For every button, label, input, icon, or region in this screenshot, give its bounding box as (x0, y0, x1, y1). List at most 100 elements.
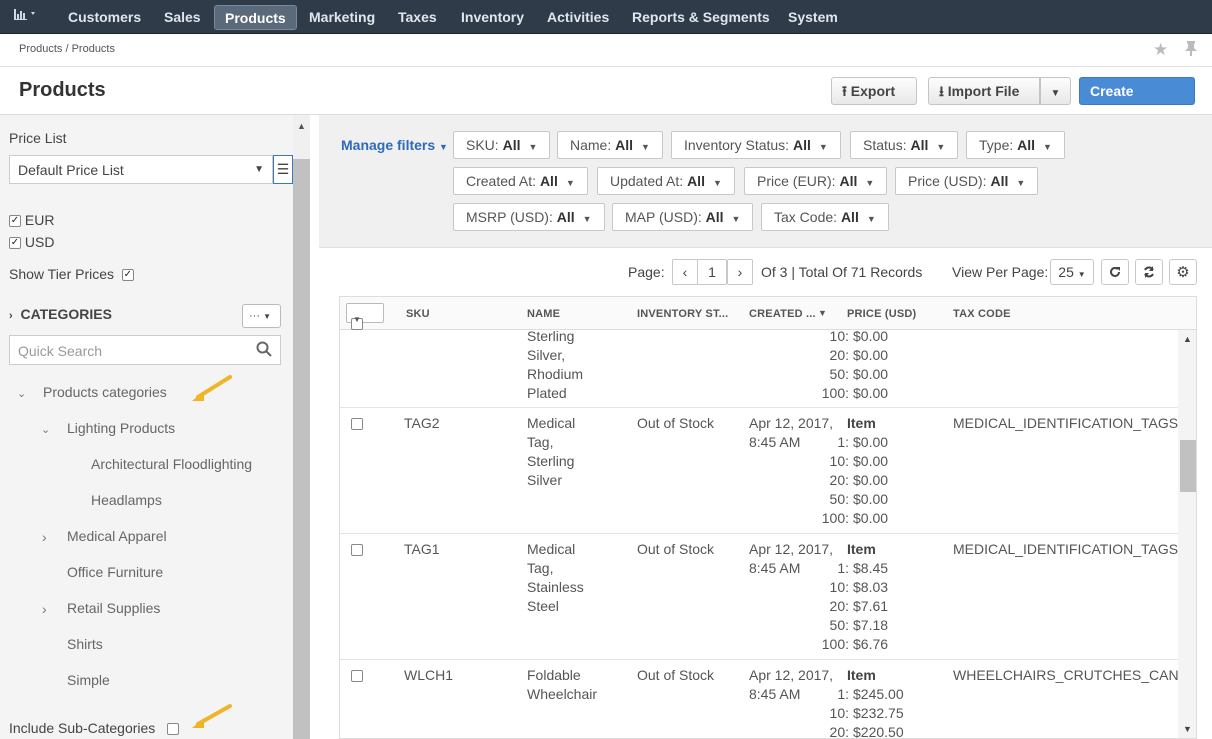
nav-activities[interactable]: Activities (537, 5, 619, 30)
filter-status[interactable]: Status: All ▼ (850, 131, 959, 159)
chevron-down-icon[interactable]: ⌄ (17, 387, 26, 400)
column-inventory-status[interactable]: INVENTORY ST... (637, 308, 728, 320)
column-tax-code[interactable]: TAX CODE (953, 308, 1011, 320)
nav-products[interactable]: Products (214, 5, 297, 30)
nav-sales[interactable]: Sales (154, 5, 211, 30)
next-page-button[interactable]: › (727, 259, 753, 285)
filter-updated-at[interactable]: Updated At: All ▼ (597, 167, 735, 195)
scrollbar-thumb[interactable] (293, 159, 310, 739)
scroll-up-icon[interactable]: ▲ (1183, 334, 1192, 344)
tree-simple[interactable]: Simple (67, 672, 110, 688)
annotation-arrow-icon (192, 704, 232, 728)
price-unit: Item (847, 415, 876, 431)
column-created-at[interactable]: CREATED ... (749, 308, 816, 320)
nav-taxes[interactable]: Taxes (388, 5, 447, 30)
sidebar-scrollbar[interactable]: ▲ (293, 115, 310, 739)
nav-reports-segments[interactable]: Reports & Segments (622, 5, 780, 30)
export-button[interactable]: ⭱ Export (831, 77, 917, 105)
row-checkbox[interactable] (351, 544, 363, 556)
tier-qty: 1: 10: 20: 50: 100: (821, 434, 849, 526)
search-icon[interactable] (256, 341, 272, 360)
table-row-partial-name: Sterling Silver, Rhodium Plated (527, 328, 584, 401)
currency-usd[interactable]: ✓ USD (9, 234, 54, 250)
filter-created-at[interactable]: Created At: All ▼ (453, 167, 588, 195)
currency-eur[interactable]: ✓ EUR (9, 212, 54, 228)
column-name[interactable]: NAME (527, 308, 560, 320)
tree-lighting-products[interactable]: Lighting Products (67, 420, 175, 436)
dashboard-menu-icon[interactable] (8, 6, 46, 28)
import-file-button[interactable]: ⭳ Import File (928, 77, 1040, 105)
nav-customers[interactable]: Customers (58, 5, 151, 30)
caret-down-icon: ▼ (353, 315, 362, 324)
tree-office-furniture[interactable]: Office Furniture (67, 564, 163, 580)
chevron-down-icon[interactable]: ⌄ (41, 423, 50, 436)
filter-tax-code[interactable]: Tax Code: All ▼ (761, 203, 889, 231)
tree-products-categories[interactable]: Products categories (43, 384, 167, 400)
filter-inventory-status[interactable]: Inventory Status: All ▼ (671, 131, 841, 159)
column-sku[interactable]: SKU (406, 308, 430, 320)
caret-down-icon: ▼ (641, 142, 650, 152)
records-total: Of 3 | Total Of 71 Records (761, 264, 923, 280)
include-sub-categories-checkbox[interactable] (166, 723, 179, 736)
quick-search-input[interactable]: Quick Search (9, 335, 281, 365)
caret-down-icon: ▼ (263, 312, 271, 321)
import-dropdown-button[interactable]: ▼ (1040, 77, 1071, 105)
show-tier-prices-checkbox[interactable]: ✓ (121, 269, 134, 282)
filter-msrp-usd[interactable]: MSRP (USD): All ▼ (453, 203, 605, 231)
manage-filters-link[interactable]: Manage filters ▼ (341, 137, 448, 153)
chevron-right-icon[interactable]: › (42, 601, 47, 617)
scroll-down-icon[interactable]: ▼ (1183, 724, 1192, 734)
include-sub-categories[interactable]: Include Sub-Categories (9, 720, 179, 736)
row-checkbox[interactable] (351, 418, 363, 430)
reset-button[interactable] (1101, 259, 1129, 285)
ellipsis-icon: ··· (249, 310, 260, 322)
tree-shirts[interactable]: Shirts (67, 636, 103, 652)
tax-code-cell: MEDICAL_IDENTIFICATION_TAGS (953, 541, 1179, 557)
filter-price-usd[interactable]: Price (USD): All ▼ (895, 167, 1039, 195)
chevron-right-icon[interactable]: › (42, 529, 47, 545)
create-product-button[interactable]: Create Product (1079, 77, 1195, 125)
column-price-usd[interactable]: PRICE (USD) (847, 308, 916, 320)
row-checkbox[interactable] (351, 670, 363, 682)
nav-inventory[interactable]: Inventory (451, 5, 534, 30)
breadcrumb: Products / Products (19, 43, 115, 55)
refresh-button[interactable] (1135, 259, 1163, 285)
tree-medical-apparel[interactable]: Medical Apparel (67, 528, 167, 544)
scroll-up-icon[interactable]: ▲ (297, 121, 306, 131)
show-tier-prices[interactable]: Show Tier Prices ✓ (9, 266, 134, 282)
grid-scrollbar[interactable]: ▲ ▼ (1178, 330, 1196, 738)
grid-settings-button[interactable]: ⚙ (1169, 259, 1197, 285)
eur-checkbox[interactable]: ✓ (9, 215, 21, 228)
favorite-star-icon[interactable]: ★ (1153, 40, 1168, 60)
chevron-right-icon: › (737, 264, 743, 280)
tree-retail-supplies[interactable]: Retail Supplies (67, 600, 160, 616)
nav-marketing[interactable]: Marketing (299, 5, 385, 30)
grid-header: ▼ SKU NAME INVENTORY ST... CREATED ... ▼… (340, 297, 1196, 330)
caret-down-icon: ▼ (1016, 178, 1026, 188)
filter-map-usd[interactable]: MAP (USD): All ▼ (612, 203, 754, 231)
sku-cell: TAG1 (404, 541, 440, 557)
gear-icon: ⚙ (1176, 264, 1190, 281)
usd-checkbox[interactable]: ✓ (9, 237, 21, 250)
sort-desc-icon: ▼ (818, 308, 828, 318)
mass-select-dropdown[interactable]: ▼ (346, 303, 384, 330)
price-list-menu-button[interactable]: ☰ (273, 155, 293, 184)
filter-price-eur[interactable]: Price (EUR): All ▼ (744, 167, 888, 195)
inventory-status-cell: Out of Stock (637, 541, 715, 557)
scrollbar-thumb[interactable] (1180, 440, 1196, 492)
per-page-select[interactable]: 25 ▼ (1050, 259, 1094, 285)
filter-name[interactable]: Name: All ▼ (557, 131, 663, 159)
caret-down-icon: ▼ (582, 214, 592, 224)
page-number-input[interactable]: 1 (697, 259, 727, 285)
tree-architectural-floodlighting[interactable]: Architectural Floodlighting (91, 456, 252, 472)
filter-sku[interactable]: SKU: All ▼ (453, 131, 551, 159)
categories-actions-button[interactable]: ··· ▼ (242, 304, 281, 328)
tree-headlamps[interactable]: Headlamps (91, 492, 162, 508)
price-list-select[interactable]: Default Price List ▼ (9, 155, 273, 184)
nav-system[interactable]: System (778, 5, 848, 30)
categories-header[interactable]: › CATEGORIES (9, 306, 112, 322)
prev-page-button[interactable]: ‹ (672, 259, 698, 285)
pin-icon[interactable] (1184, 40, 1198, 61)
export-icon: ⭱ (842, 83, 847, 99)
filter-type[interactable]: Type: All ▼ (966, 131, 1065, 159)
